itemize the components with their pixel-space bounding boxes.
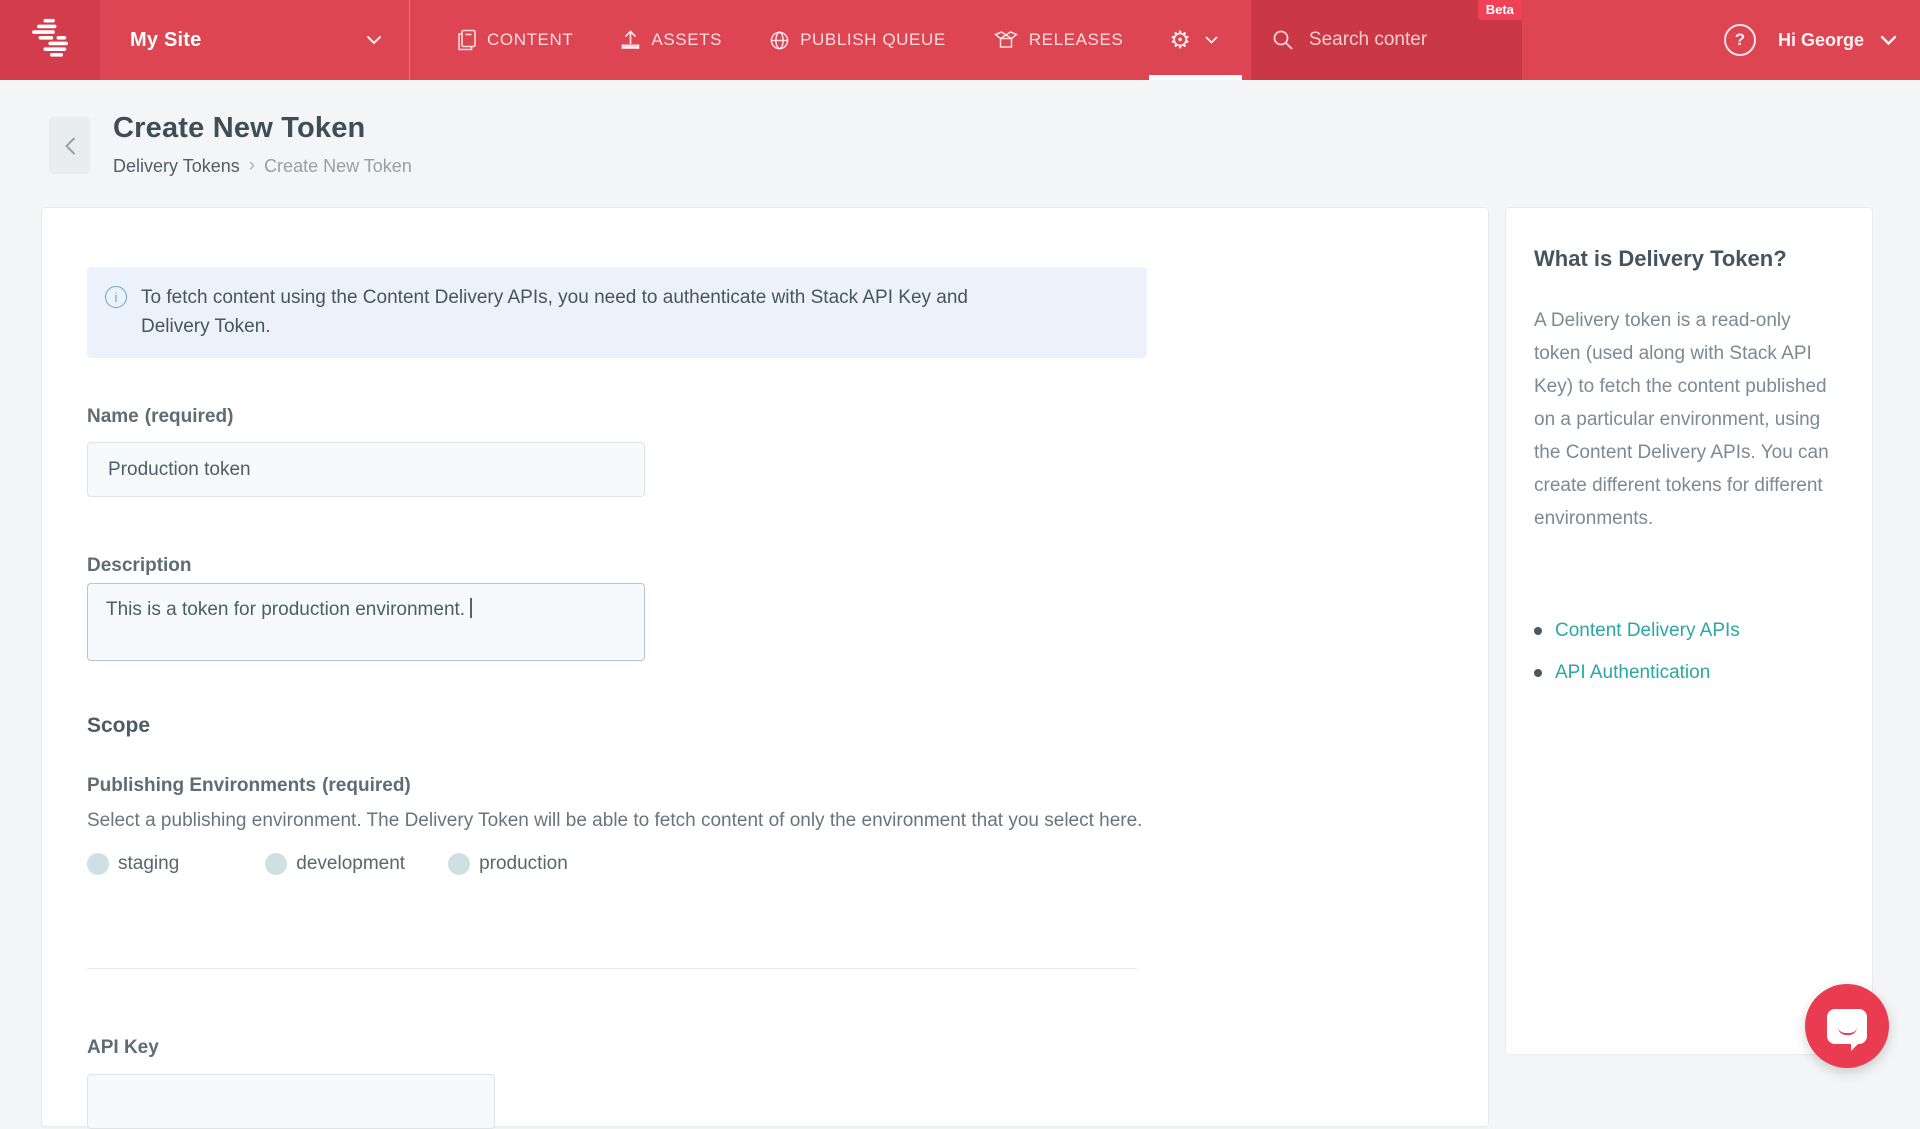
description-textarea[interactable]: This is a token for production environme… [87,583,645,661]
name-label: Name(required) [87,406,233,428]
link-api-authentication[interactable]: API Authentication [1534,662,1740,684]
radio-option-production[interactable]: production [448,853,568,875]
chat-bubble-tail [1851,1042,1860,1051]
header-divider [409,0,410,80]
chat-bubble-icon [1827,1009,1867,1044]
breadcrumb-parent-link[interactable]: Delivery Tokens [113,156,240,177]
name-input[interactable] [87,442,645,497]
scope-heading: Scope [87,714,150,738]
help-panel-links: Content Delivery APIs API Authentication [1534,620,1740,704]
stack-name: My Site [130,29,201,52]
info-icon: i [105,286,127,308]
help-panel-body: A Delivery token is a read-only token (u… [1534,304,1834,535]
open-box-icon [993,29,1019,51]
breadcrumb-current: Create New Token [264,156,412,177]
chat-launcher-button[interactable] [1805,984,1889,1068]
radio-label: staging [118,853,179,875]
smile-icon [1838,1027,1857,1035]
search-input-text: Search conter [1309,29,1427,51]
environment-radio-group: staging development production [87,853,568,875]
nav-label: ASSETS [651,30,722,50]
nav-releases[interactable]: RELEASES [993,29,1124,51]
nav-content[interactable]: CONTENT [457,29,573,51]
help-panel-heading: What is Delivery Token? [1534,246,1787,272]
upload-icon [620,29,641,51]
help-panel: What is Delivery Token? A Delivery token… [1505,207,1873,1055]
chevron-down-icon [366,35,382,45]
nav-label: PUBLISH QUEUE [800,30,946,50]
publishing-environments-label: Publishing Environments(required) [87,775,411,797]
user-menu[interactable]: Hi George [1778,30,1897,51]
stack-switcher[interactable]: My Site [130,29,382,52]
nav-label: RELEASES [1029,30,1124,50]
settings-menu[interactable]: ⚙ [1169,0,1218,80]
user-greeting: Hi George [1778,30,1864,51]
contentstack-logo-icon [24,11,76,69]
link-label: API Authentication [1555,662,1710,684]
api-key-input[interactable] [87,1074,495,1129]
breadcrumb-separator-icon: › [249,155,255,177]
nav-label: CONTENT [487,30,573,50]
info-banner-text: To fetch content using the Content Deliv… [141,283,1041,341]
link-label: Content Delivery APIs [1555,620,1740,642]
chevron-down-icon [1880,35,1897,46]
api-key-label: API Key [87,1037,159,1059]
radio-label: production [479,853,568,875]
nav-publish-queue[interactable]: PUBLISH QUEUE [769,30,946,51]
search-icon [1271,28,1295,52]
link-content-delivery-apis[interactable]: Content Delivery APIs [1534,620,1740,642]
app-logo[interactable] [0,0,100,80]
text-caret [470,598,472,618]
content-icon [457,29,477,51]
page-title: Create New Token [113,112,365,145]
global-search[interactable]: Search conter Beta [1251,0,1522,80]
info-banner: i To fetch content using the Content Del… [87,267,1147,358]
create-token-form-card: i To fetch content using the Content Del… [41,207,1489,1127]
radio-circle-icon [448,853,470,875]
radio-option-staging[interactable]: staging [87,853,179,875]
radio-label: development [296,853,405,875]
breadcrumb: Delivery Tokens › Create New Token [113,155,412,177]
chevron-down-icon [1205,36,1218,45]
nav-assets[interactable]: ASSETS [620,29,722,51]
section-divider [87,968,1137,969]
top-navbar: My Site CONTENT ASSETS [0,0,1920,80]
back-button[interactable] [49,117,90,174]
description-label: Description [87,555,192,577]
question-mark-icon: ? [1735,30,1745,50]
radio-circle-icon [265,853,287,875]
beta-badge: Beta [1478,0,1522,20]
chevron-left-icon [63,136,77,156]
radio-circle-icon [87,853,109,875]
radio-option-development[interactable]: development [265,853,405,875]
globe-icon [769,30,790,51]
description-value: This is a token for production environme… [106,599,465,620]
gear-icon: ⚙ [1169,28,1191,52]
active-tab-indicator [1149,75,1242,80]
bullet-icon [1534,669,1542,677]
help-button[interactable]: ? [1724,24,1756,56]
publishing-environments-help: Select a publishing environment. The Del… [87,810,1142,832]
bullet-icon [1534,627,1542,635]
